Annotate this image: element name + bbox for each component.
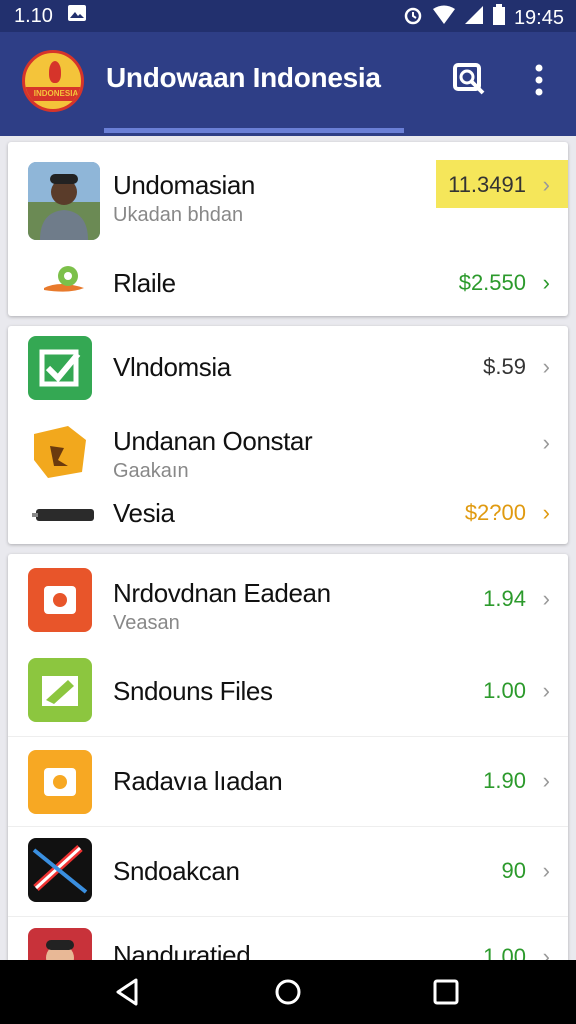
item-subtitle: Gaakaın (113, 460, 189, 482)
card-1: Undomasian Ukadan bhdan 11.3491 › Rlaile… (8, 142, 568, 316)
chevron-right-icon: › (542, 768, 550, 793)
check-icon (28, 336, 92, 400)
divider (8, 916, 568, 917)
item-subtitle: Veasan (113, 612, 180, 634)
wifi-icon (432, 5, 456, 31)
battery-icon (492, 4, 506, 32)
divider (8, 826, 568, 827)
home-button[interactable] (270, 974, 306, 1010)
list-item[interactable]: Sndoakcan 90 › (8, 828, 568, 916)
card-2: Vlndomsia $.59 › Undanan Oonstar Gaakaın… (8, 326, 568, 544)
item-value: 11.3491 (448, 172, 526, 197)
search-icon (453, 63, 485, 95)
image-icon (67, 4, 87, 28)
home-icon (275, 979, 301, 1005)
list-item[interactable]: Undomasian Ukadan bhdan 11.3491 › (8, 142, 568, 242)
list-item[interactable]: Undanan Oonstar Gaakaın › (8, 412, 568, 492)
camera-icon (28, 568, 92, 632)
item-value: $2?00 (464, 500, 526, 525)
item-title: Sndouns Files (113, 676, 273, 706)
chevron-right-icon: › (542, 678, 550, 703)
chevron-right-icon: › (542, 354, 550, 379)
item-title: Radavıa lıadan (113, 766, 283, 796)
more-vert-icon (535, 64, 543, 96)
divider (8, 736, 568, 737)
item-title: Sndoakcan (113, 856, 240, 886)
item-value: 1.90 (483, 768, 526, 793)
chevron-right-icon: › (542, 270, 550, 295)
app-bar: INDONESIA Undowaan Indonesia (0, 32, 576, 136)
recents-button[interactable] (428, 974, 464, 1010)
item-value: $2.550 (458, 270, 526, 295)
list-item[interactable]: Rlaile $2.550 › (8, 246, 568, 316)
item-value: 1.00 (483, 678, 526, 703)
back-icon (116, 978, 138, 1006)
list-item[interactable]: Sndouns Files 1.00 › (8, 646, 568, 736)
signal-icon (464, 5, 484, 31)
tab-indicator (104, 128, 404, 133)
chevron-right-icon: › (542, 586, 550, 611)
chevron-right-icon: › (542, 172, 550, 197)
item-subtitle: Ukadan bhdan (113, 204, 244, 226)
lightsaber-icon (28, 838, 92, 902)
search-button[interactable] (452, 62, 486, 96)
status-bar: 1.10 19:45 (0, 0, 576, 32)
files-icon (28, 658, 92, 722)
list-item[interactable]: Vesia $2?00 › (8, 492, 568, 544)
snail-icon (40, 260, 90, 296)
card-3: Nrdovdnan Eadean Veasan 1.94 › Sndouns F… (8, 554, 568, 974)
list-item[interactable]: Vlndomsia $.59 › (8, 326, 568, 406)
back-button[interactable] (110, 974, 146, 1010)
list-item[interactable]: Radavıa lıadan 1.90 › (8, 738, 568, 826)
chevron-right-icon: › (542, 500, 550, 525)
camera-icon (28, 750, 92, 814)
item-value: 90 (501, 858, 526, 883)
game-icon (28, 420, 92, 484)
item-title: Undanan Oonstar (113, 426, 313, 456)
chevron-right-icon: › (542, 430, 550, 455)
app-title: Undowaan Indonesia (106, 62, 381, 93)
recents-icon (433, 979, 459, 1005)
item-value: 1.94 (483, 586, 526, 611)
status-time-left: 1.10 (14, 4, 53, 27)
status-time-right: 19:45 (513, 6, 564, 29)
device-icon (30, 504, 100, 526)
item-title: Undomasian (113, 170, 255, 200)
item-title: Vlndomsia (113, 352, 231, 382)
chevron-right-icon: › (542, 858, 550, 883)
app-logo: INDONESIA (22, 50, 84, 112)
navigation-bar (0, 960, 576, 1024)
item-title: Nrdovdnan Eadean (113, 578, 331, 608)
more-options-button[interactable] (524, 62, 554, 98)
list-item[interactable]: Nrdovdnan Eadean Veasan 1.94 › (8, 554, 568, 644)
item-value: $.59 (483, 354, 526, 379)
item-title: Vesia (113, 498, 175, 528)
item-title: Rlaile (113, 268, 176, 298)
alarm-icon (402, 4, 424, 32)
avatar (28, 162, 100, 240)
